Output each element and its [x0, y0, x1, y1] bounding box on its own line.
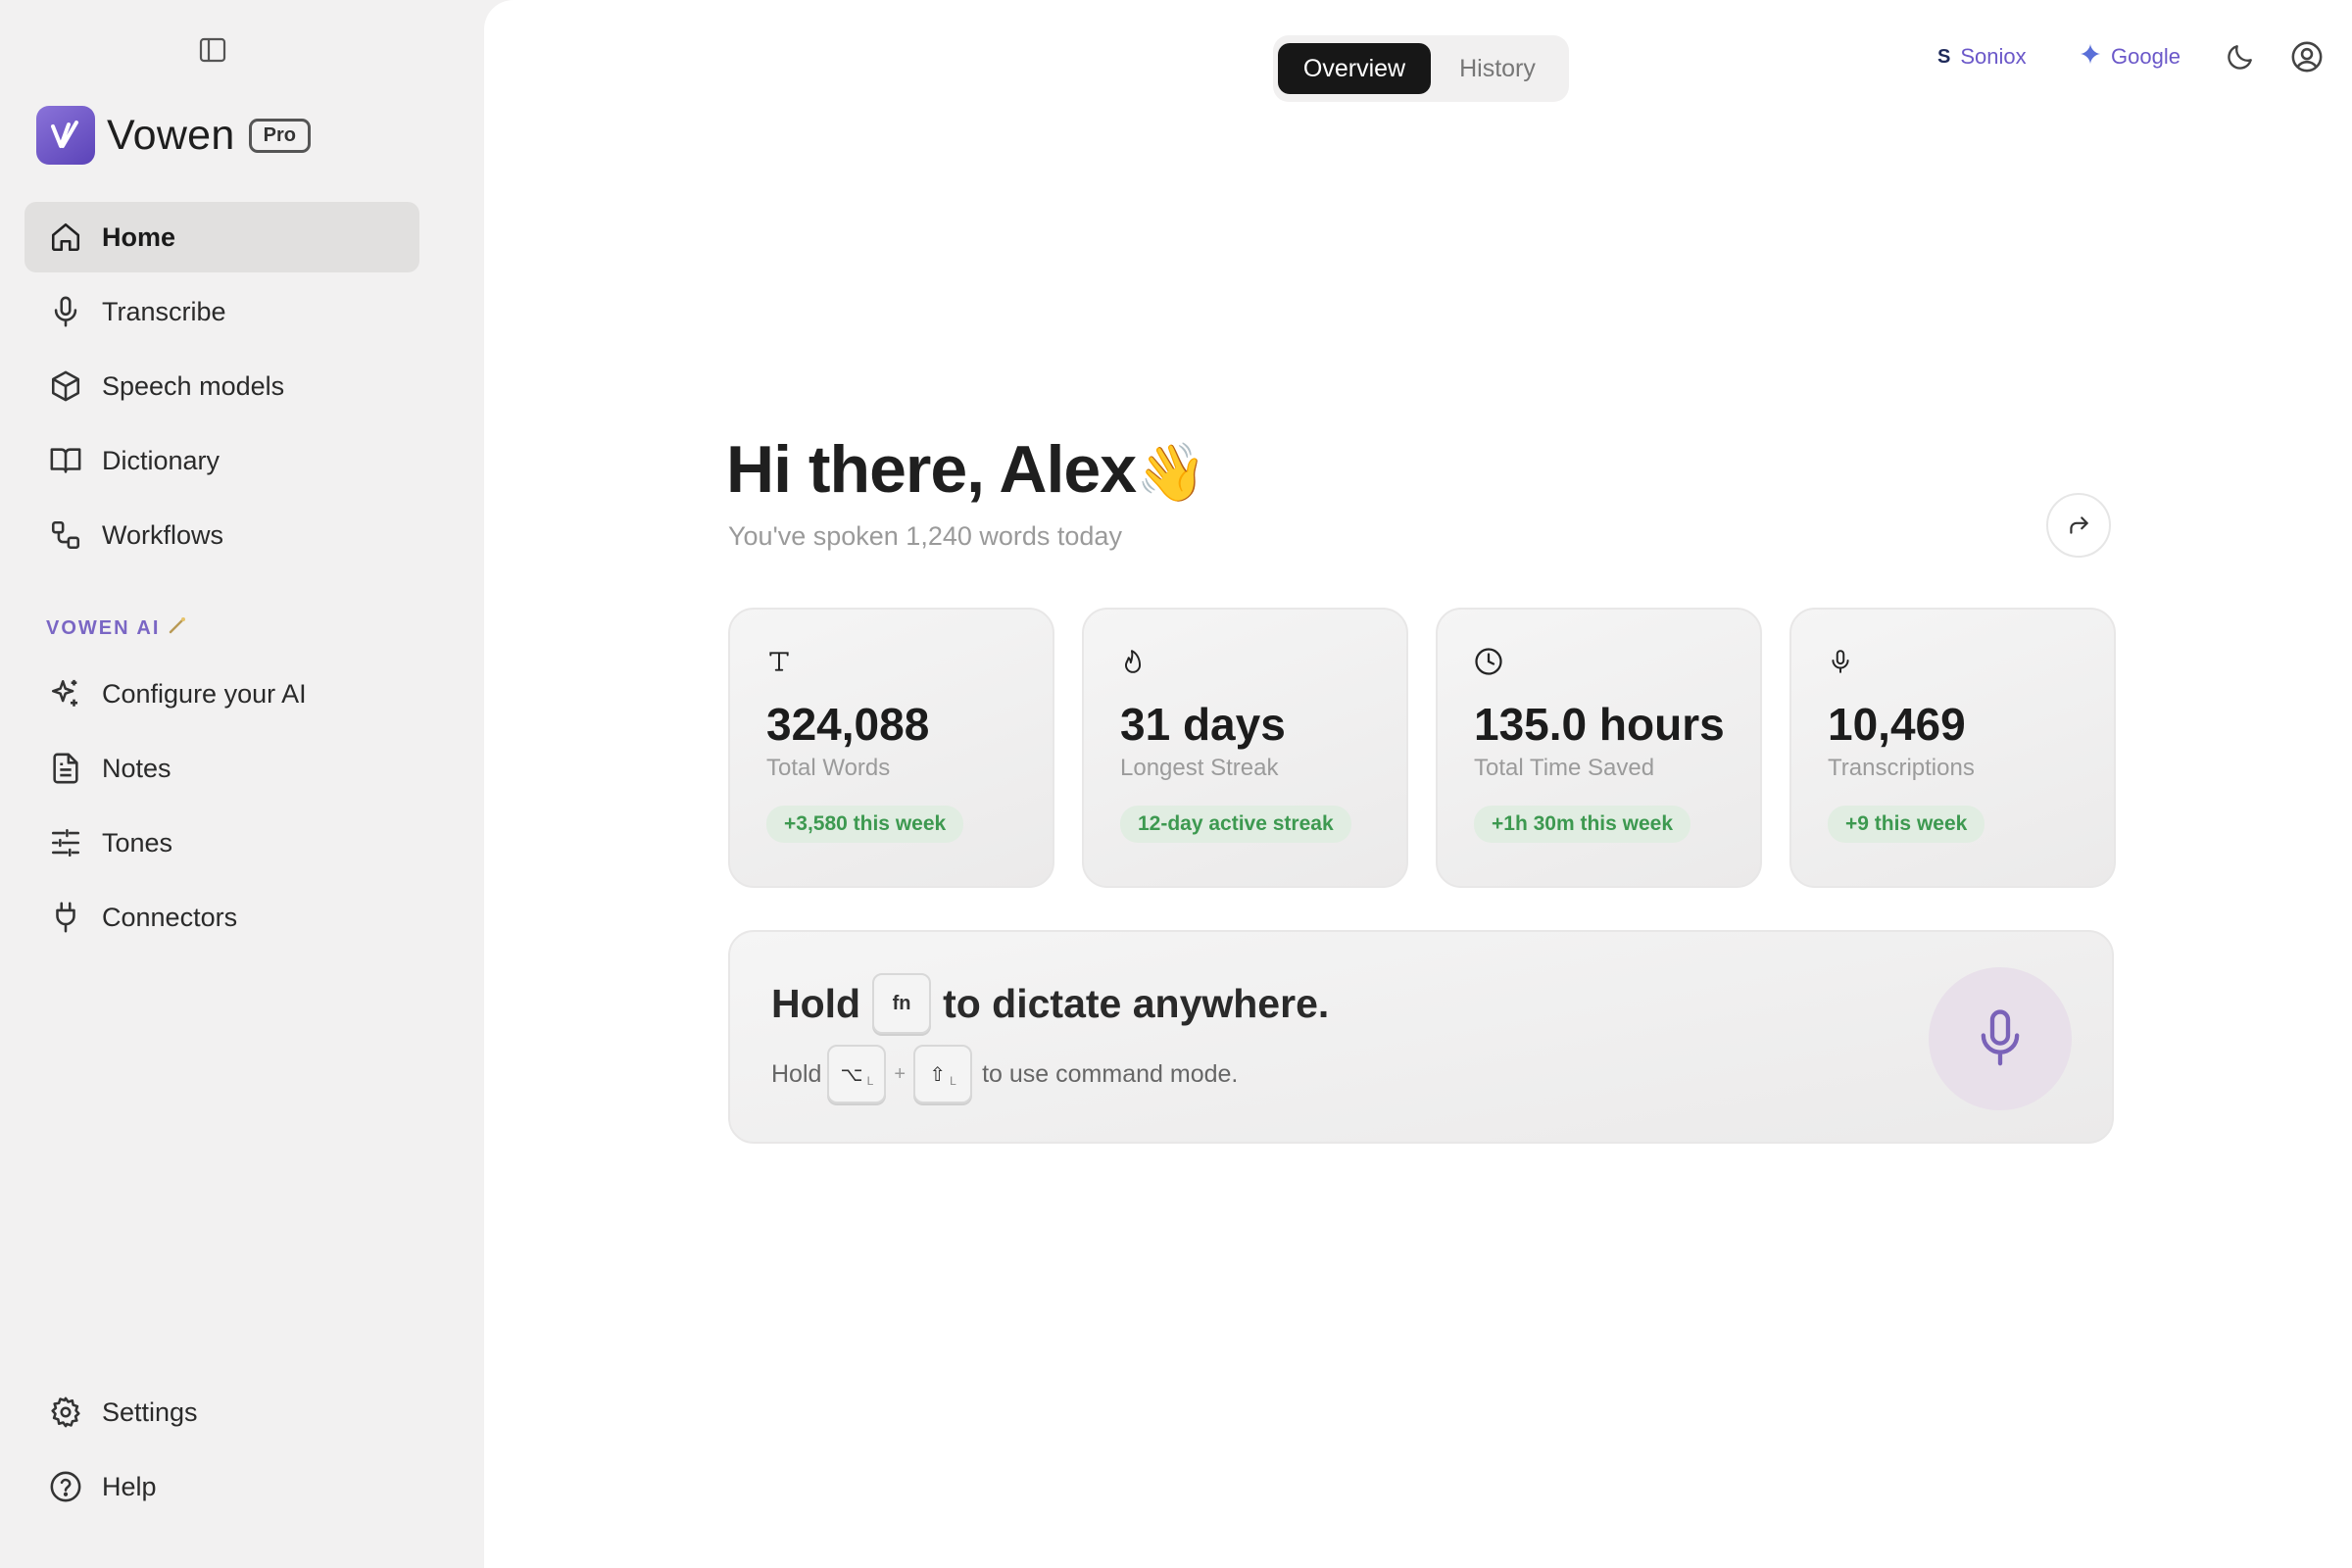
- soniox-icon: S: [1937, 45, 1951, 68]
- stat-card-longest-streak: 31 days Longest Streak 12-day active str…: [1082, 608, 1408, 888]
- sparkles-icon: [47, 675, 84, 712]
- stat-badge: +1h 30m this week: [1474, 806, 1691, 843]
- sidebar-toggle-icon[interactable]: [196, 35, 229, 65]
- magic-wand-icon: [168, 615, 187, 641]
- microphone-icon: [47, 293, 84, 330]
- moon-icon[interactable]: [2221, 37, 2260, 76]
- option-key-symbol: ⌥: [840, 1063, 863, 1086]
- vowen-logo-icon: [36, 106, 95, 165]
- stat-label: Transcriptions: [1828, 755, 1975, 781]
- stat-badge: +9 this week: [1828, 806, 1985, 843]
- stat-value: 135.0 hours: [1474, 699, 1725, 750]
- stat-value: 10,469: [1828, 699, 1966, 750]
- record-button[interactable]: [1929, 967, 2072, 1110]
- sidebar-item-label: Help: [102, 1471, 157, 1501]
- gear-icon: [47, 1394, 84, 1431]
- stat-card-total-words: 324,088 Total Words +3,580 this week: [728, 608, 1054, 888]
- fn-key: fn: [872, 973, 932, 1034]
- share-button[interactable]: [2046, 493, 2111, 558]
- provider-label: Soniox: [1960, 44, 2027, 69]
- section-heading-label: VOWEN AI: [46, 616, 161, 639]
- sidebar-item-transcribe[interactable]: Transcribe: [24, 276, 419, 347]
- stat-value: 31 days: [1120, 699, 1286, 750]
- sidebar-item-help[interactable]: Help: [24, 1451, 419, 1522]
- sidebar-item-label: Transcribe: [102, 296, 226, 326]
- option-key: ⌥ L: [827, 1045, 887, 1103]
- dictate-title-prefix: Hold: [771, 980, 861, 1026]
- stat-label: Total Words: [766, 755, 891, 781]
- stat-card-time-saved: 135.0 hours Total Time Saved +1h 30m thi…: [1436, 608, 1762, 888]
- text-icon: [766, 645, 800, 678]
- user-circle-icon[interactable]: [2287, 37, 2327, 76]
- stat-value: 324,088: [766, 699, 930, 750]
- brand: Vowen Pro: [36, 105, 311, 166]
- sidebar-item-label: Home: [102, 221, 176, 252]
- google-sparkle-icon: [2080, 43, 2101, 71]
- sidebar-item-settings[interactable]: Settings: [24, 1377, 419, 1447]
- tab-history[interactable]: History: [1431, 43, 1564, 94]
- section-heading-vowen-ai: VOWEN AI: [46, 615, 187, 641]
- home-icon: [47, 219, 84, 256]
- stat-card-transcriptions: 10,469 Transcriptions +9 this week: [1789, 608, 2116, 888]
- words-today-text: You've spoken 1,240 words today: [728, 521, 1122, 551]
- share-arrow-icon: [2070, 516, 2088, 534]
- shift-key-side: L: [950, 1074, 956, 1088]
- sidebar: Vowen Pro Home Transcribe Speech models …: [0, 0, 484, 1568]
- stat-label: Longest Streak: [1120, 755, 1279, 781]
- dictate-title-suffix: to dictate anywhere.: [943, 980, 1330, 1026]
- sidebar-item-label: Speech models: [102, 370, 285, 401]
- shift-key-symbol: ⇧: [929, 1063, 947, 1086]
- stat-label: Total Time Saved: [1474, 755, 1655, 781]
- cube-icon: [47, 368, 84, 405]
- sidebar-item-dictionary[interactable]: Dictionary: [24, 425, 419, 496]
- sidebar-item-label: Tones: [102, 827, 173, 858]
- sidebar-item-label: Notes: [102, 753, 172, 783]
- flame-icon: [1120, 645, 1153, 678]
- workflow-icon: [47, 516, 84, 554]
- clock-icon: [1474, 645, 1507, 678]
- provider-soniox[interactable]: S Soniox: [1937, 39, 2027, 74]
- sidebar-item-workflows[interactable]: Workflows: [24, 500, 419, 570]
- stat-badge: +3,580 this week: [766, 806, 964, 843]
- greeting-text: Hi there, Alex: [726, 432, 1137, 507]
- plan-badge: Pro: [248, 118, 311, 153]
- book-icon: [47, 442, 84, 479]
- sidebar-item-home[interactable]: Home: [24, 202, 419, 272]
- shift-key: ⇧ L: [913, 1045, 973, 1103]
- sliders-icon: [47, 824, 84, 861]
- waving-hand-emoji: 👋: [1136, 441, 1206, 505]
- sidebar-item-label: Configure your AI: [102, 678, 307, 709]
- sidebar-item-connectors[interactable]: Connectors: [24, 882, 419, 953]
- sidebar-item-label: Dictionary: [102, 445, 220, 475]
- main-panel: Overview History S Soniox Google Hi ther…: [484, 0, 2352, 1568]
- microphone-icon: [1828, 645, 1861, 678]
- sidebar-item-speech-models[interactable]: Speech models: [24, 351, 419, 421]
- stat-badge: 12-day active streak: [1120, 806, 1351, 843]
- command-hint-prefix: Hold: [771, 1059, 822, 1088]
- help-circle-icon: [47, 1468, 84, 1505]
- sidebar-item-tones[interactable]: Tones: [24, 808, 419, 878]
- plus-sign: +: [894, 1062, 906, 1085]
- sidebar-item-notes[interactable]: Notes: [24, 733, 419, 804]
- command-mode-hint: Hold ⌥ L + ⇧ L to use command mode.: [771, 1045, 1238, 1103]
- option-key-side: L: [866, 1074, 874, 1088]
- sidebar-item-label: Settings: [102, 1396, 198, 1427]
- document-icon: [47, 750, 84, 787]
- sidebar-item-label: Workflows: [102, 519, 224, 550]
- sidebar-item-configure-ai[interactable]: Configure your AI: [24, 659, 419, 729]
- dictate-hint-card: Hold fn to dictate anywhere. Hold ⌥ L + ⇧…: [728, 930, 2114, 1144]
- view-tabs: Overview History: [1273, 35, 1569, 102]
- provider-label: Google: [2111, 44, 2180, 69]
- app-name: Vowen: [107, 111, 235, 159]
- dictate-title: Hold fn to dictate anywhere.: [771, 973, 1329, 1034]
- provider-google[interactable]: Google: [2080, 39, 2180, 74]
- plug-icon: [47, 899, 84, 936]
- command-hint-suffix: to use command mode.: [982, 1059, 1239, 1088]
- greeting-heading: Hi there, Alex👋: [726, 431, 1206, 508]
- microphone-icon: [1981, 1009, 2020, 1066]
- tab-overview[interactable]: Overview: [1278, 43, 1431, 94]
- sidebar-item-label: Connectors: [102, 902, 238, 932]
